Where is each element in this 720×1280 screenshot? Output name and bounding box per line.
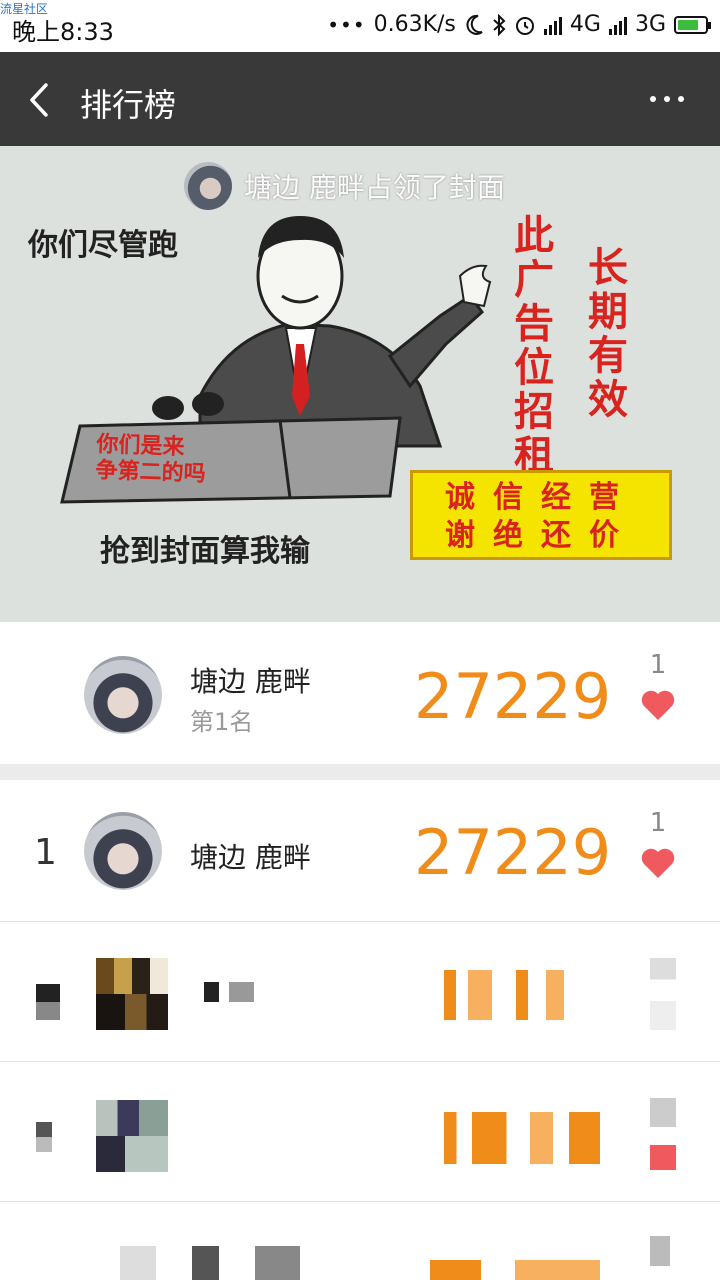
meme-vertical-text-1: 此广告位招租 — [514, 213, 554, 479]
more-button[interactable] — [650, 96, 684, 102]
meme-sign: 诚信经营 谢绝还价 — [410, 470, 672, 560]
like-count: 1 — [649, 650, 667, 680]
cover-caption-text: 塘边 鹿畔占领了封面 — [244, 171, 505, 204]
signal-icon-2 — [608, 15, 627, 35]
net-label-2: 3G — [634, 12, 666, 37]
avatar — [184, 162, 232, 210]
section-divider — [0, 764, 720, 780]
signal-icon — [543, 15, 562, 35]
meme-vertical-text-2: 长期有效 — [588, 245, 628, 423]
alarm-icon — [514, 14, 536, 36]
more-icon — [650, 96, 656, 102]
meme-sign-line-2: 谢绝还价 — [445, 518, 637, 553]
battery-charging-icon — [674, 15, 711, 34]
cover-banner[interactable]: 塘边 鹿畔占领了封面 你们尽管跑 抢到封面算我输 你们是来 争第二的吗 此广告位… — [0, 146, 720, 622]
redacted-score — [444, 970, 564, 1020]
status-icons: ••• 0.63K/s 4G 3G — [327, 12, 711, 37]
list-item[interactable]: 1 塘边 鹿畔 27229 1 — [0, 780, 720, 922]
redacted-rank — [36, 984, 60, 1020]
more-dots-icon: ••• — [327, 12, 366, 37]
top-bar: 排行榜 — [0, 52, 720, 146]
redacted-likes — [650, 1098, 676, 1170]
meme-text-left: 你们尽管跑 — [28, 228, 178, 263]
my-name: 塘边 鹿畔 — [190, 665, 311, 698]
my-rank-card[interactable]: 塘边 鹿畔 第1名 27229 1 — [0, 622, 720, 764]
redacted-likes — [650, 958, 676, 1030]
redacted-name — [204, 982, 254, 1002]
my-rank-label: 第1名 — [190, 708, 254, 736]
avatar — [84, 812, 162, 890]
back-button[interactable] — [22, 82, 58, 118]
redacted-score — [444, 1112, 600, 1164]
net-speed: 0.63K/s — [373, 12, 456, 37]
meme-sign-line-1: 诚信经营 — [445, 480, 637, 515]
chevron-left-icon — [30, 83, 48, 117]
redacted-likes — [650, 1236, 670, 1266]
redacted-rank — [36, 1122, 52, 1152]
moon-icon — [464, 14, 484, 36]
player-name: 塘边 鹿畔 — [190, 841, 311, 874]
status-bar: 流星社区 晚上8:33 ••• 0.63K/s 4G 3G — [0, 0, 720, 52]
status-time: 晚上8:33 — [12, 18, 114, 46]
meme-text-bottom: 抢到封面算我输 — [100, 534, 310, 569]
heart-icon — [641, 848, 675, 878]
app-root: 流星社区 晚上8:33 ••• 0.63K/s 4G 3G 排行榜 塘边 鹿畔占… — [0, 0, 720, 1280]
avatar — [84, 656, 162, 734]
meme-podium-text: 你们是来 争第二的吗 — [95, 432, 206, 487]
avatar — [96, 958, 168, 1030]
list-item-redacted[interactable] — [0, 922, 720, 1062]
cover-caption: 塘边 鹿畔占领了封面 — [184, 162, 505, 210]
list-item-redacted[interactable] — [0, 1062, 720, 1202]
like-count: 1 — [649, 808, 667, 838]
page-title: 排行榜 — [80, 86, 177, 124]
avatar — [96, 1100, 168, 1172]
heart-icon — [641, 690, 675, 720]
player-score: 27229 — [414, 816, 612, 889]
redacted-name — [120, 1246, 300, 1280]
net-label-1: 4G — [569, 12, 601, 37]
rank-number: 1 — [34, 832, 57, 873]
my-score: 27229 — [414, 660, 612, 733]
like-button[interactable]: 1 — [640, 808, 676, 880]
redacted-score — [430, 1260, 600, 1280]
like-button[interactable]: 1 — [640, 650, 676, 722]
list-item-redacted[interactable] — [0, 1202, 720, 1280]
bluetooth-icon — [492, 13, 506, 36]
